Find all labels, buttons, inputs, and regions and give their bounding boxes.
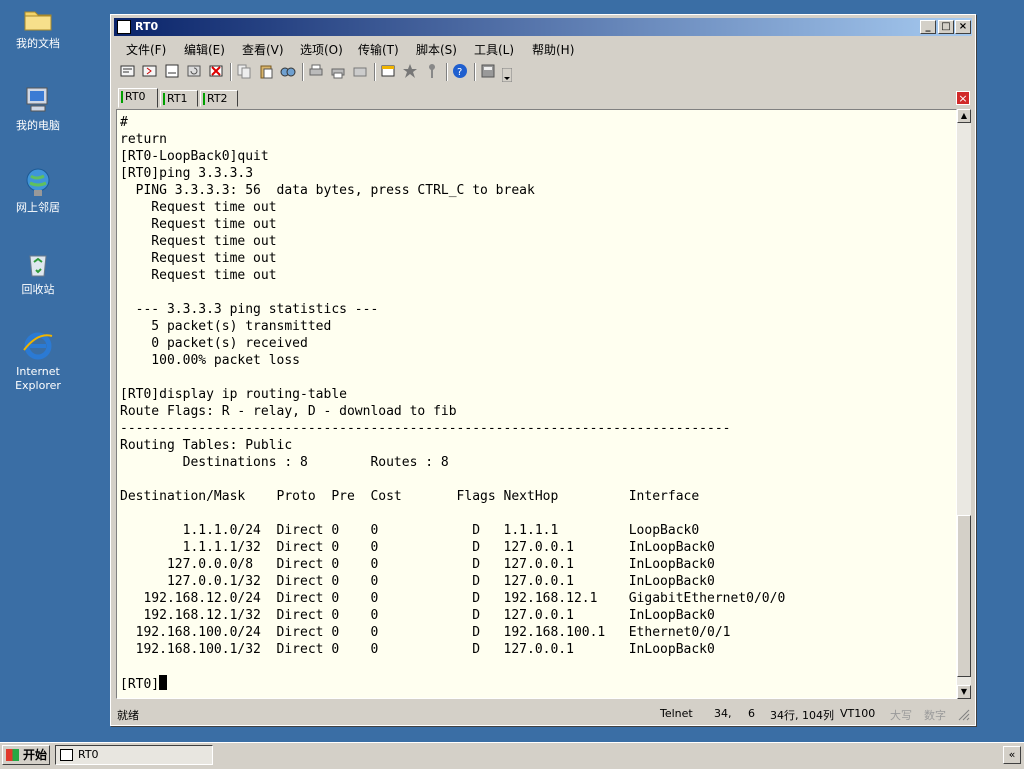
- desktop-icon-my-documents[interactable]: 我的文档: [4, 2, 72, 51]
- terminal-scrollbar[interactable]: ▲ ▼: [957, 109, 971, 699]
- toolbar-options-icon[interactable]: [480, 63, 496, 79]
- paste-icon[interactable]: [258, 63, 274, 79]
- status-size: 34行, 104列: [770, 709, 834, 722]
- menu-tools[interactable]: 工具(L): [474, 41, 514, 58]
- disconnect-icon[interactable]: [208, 63, 224, 79]
- windows-logo-icon: [6, 749, 19, 761]
- toolbar-overflow-icon[interactable]: [502, 68, 512, 82]
- connect-tab-icon[interactable]: [164, 63, 180, 79]
- toolbar-separator: [446, 63, 448, 81]
- tab-rt1[interactable]: RT1: [160, 90, 198, 107]
- internet-explorer-icon: [22, 330, 54, 362]
- recycle-bin-icon: [22, 248, 54, 280]
- desktop-icon-label: Internet Explorer: [15, 365, 61, 392]
- svg-text:?: ?: [457, 67, 462, 78]
- print-selection-icon[interactable]: [330, 63, 346, 79]
- session-options-icon[interactable]: [380, 63, 396, 79]
- tab-rt2[interactable]: RT2: [200, 90, 238, 107]
- desktop-icon-network[interactable]: 网上邻居: [4, 166, 72, 215]
- terminal-output[interactable]: # return [RT0-LoopBack0]quit [RT0]ping 3…: [116, 109, 957, 699]
- toolbar-separator: [474, 63, 476, 81]
- maximize-button[interactable]: □: [938, 20, 954, 34]
- menu-bar: 文件(F) 编辑(E) 查看(V) 选项(O) 传输(T) 脚本(S) 工具(L…: [114, 38, 972, 58]
- toolbar-separator: [230, 63, 232, 81]
- toolbar: ?: [116, 60, 970, 84]
- start-label: 开始: [23, 748, 48, 762]
- tab-status-indicator: [163, 93, 165, 105]
- desktop-icon-label: 回收站: [21, 283, 55, 296]
- desktop-icon-label: 我的电脑: [16, 119, 60, 132]
- toolbar-separator: [374, 63, 376, 81]
- tab-rt0[interactable]: RT0: [118, 88, 158, 108]
- session-tabs: RT0 RT1 RT2 ×: [116, 88, 970, 108]
- menu-view[interactable]: 查看(V): [242, 41, 284, 58]
- minimize-button[interactable]: _: [920, 20, 936, 34]
- tab-label: RT2: [207, 92, 228, 105]
- help-icon[interactable]: ?: [452, 63, 468, 79]
- find-icon[interactable]: [280, 63, 296, 79]
- desktop-icon-my-computer[interactable]: 我的电脑: [4, 84, 72, 133]
- status-num: 数字: [924, 709, 946, 722]
- global-options-icon[interactable]: [402, 63, 418, 79]
- terminal-prompt: [RT0]: [120, 677, 160, 692]
- terminal-cursor: [159, 675, 168, 690]
- status-ready: 就绪: [117, 709, 139, 722]
- taskbar-item-rt0[interactable]: RT0: [55, 745, 213, 765]
- app-icon: [60, 749, 73, 761]
- desktop-icon-recycle-bin[interactable]: 回收站: [4, 248, 72, 297]
- status-row: 34,: [714, 707, 732, 720]
- close-button[interactable]: ×: [955, 20, 971, 34]
- print-icon[interactable]: [308, 63, 324, 79]
- window-title: RT0: [135, 20, 159, 33]
- reconnect-icon[interactable]: [186, 63, 202, 79]
- scrollbar-thumb[interactable]: [957, 515, 971, 677]
- taskbar: 开始 RT0 «: [0, 742, 1024, 769]
- menu-transfer[interactable]: 传输(T): [358, 41, 399, 58]
- status-bar: 就绪 Telnet 34, 6 34行, 104列 VT100 大写 数字: [114, 703, 972, 723]
- close-tab-button[interactable]: ×: [956, 91, 970, 105]
- tab-label: RT1: [167, 92, 188, 105]
- menu-options[interactable]: 选项(O): [300, 41, 343, 58]
- tab-status-indicator: [121, 91, 123, 103]
- scroll-down-button[interactable]: ▼: [957, 685, 971, 699]
- computer-icon: [22, 84, 54, 116]
- menu-help[interactable]: 帮助(H): [532, 41, 574, 58]
- network-globe-icon: [22, 166, 54, 198]
- status-emulation: VT100: [840, 707, 876, 720]
- start-button[interactable]: 开始: [2, 745, 50, 765]
- tray-expand-button[interactable]: «: [1003, 746, 1021, 764]
- resize-grip-icon[interactable]: [956, 707, 970, 721]
- menu-script[interactable]: 脚本(S): [416, 41, 457, 58]
- printer-setup-icon[interactable]: [352, 63, 368, 79]
- copy-icon[interactable]: [236, 63, 252, 79]
- menu-edit[interactable]: 编辑(E): [184, 41, 225, 58]
- desktop-icon-internet-explorer[interactable]: Internet Explorer: [4, 330, 72, 393]
- quick-connect-icon[interactable]: [142, 63, 158, 79]
- desktop-icon-label: 网上邻居: [16, 201, 60, 214]
- desktop-icon-label: 我的文档: [16, 37, 60, 50]
- window-titlebar[interactable]: RT0 _ □ ×: [114, 18, 972, 36]
- terminal-text: # return [RT0-LoopBack0]quit [RT0]ping 3…: [120, 115, 786, 657]
- tab-label: RT0: [125, 90, 146, 103]
- folder-icon: [22, 2, 54, 34]
- toolbar-separator: [302, 63, 304, 81]
- app-icon: [117, 20, 131, 34]
- tab-status-indicator: [203, 93, 205, 105]
- status-protocol: Telnet: [660, 707, 693, 720]
- securecrt-window: RT0 _ □ × 文件(F) 编辑(E) 查看(V) 选项(O) 传输(T) …: [110, 14, 976, 726]
- scroll-up-button[interactable]: ▲: [957, 109, 971, 123]
- status-col: 6: [748, 707, 755, 720]
- connect-icon[interactable]: [120, 63, 136, 79]
- keymap-icon[interactable]: [424, 63, 440, 79]
- menu-file[interactable]: 文件(F): [126, 41, 166, 58]
- status-caps: 大写: [890, 709, 912, 722]
- taskbar-item-label: RT0: [78, 748, 99, 761]
